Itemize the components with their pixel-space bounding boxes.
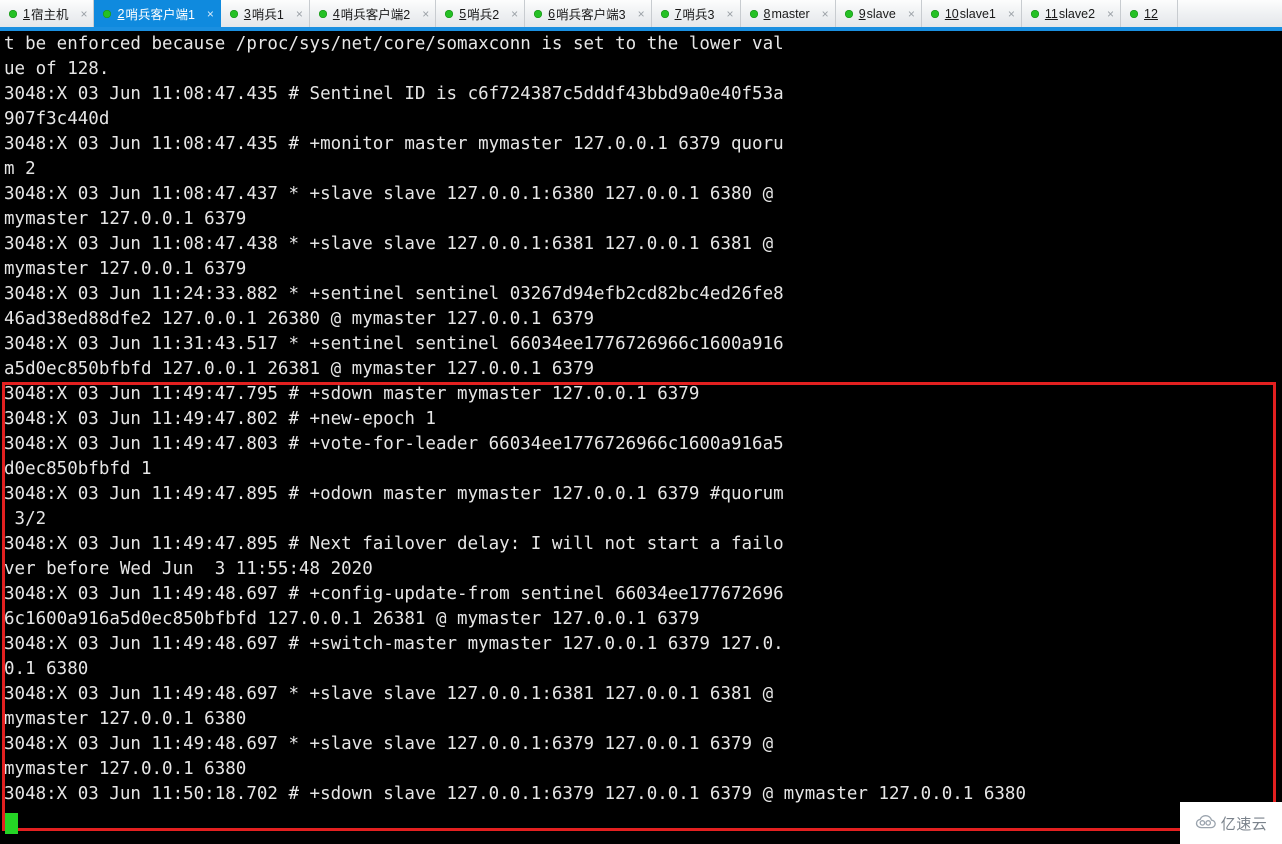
tab-6[interactable]: 6 哨兵客户端3 × <box>525 0 652 27</box>
tab-index: 3 <box>243 6 251 21</box>
terminal-view[interactable]: t be enforced because /proc/sys/net/core… <box>0 31 1282 844</box>
terminal-cursor <box>5 813 18 834</box>
tab-index: 4 <box>332 6 340 21</box>
terminal-line: m 2 <box>4 159 36 179</box>
tab-index: 12 <box>1144 6 1158 21</box>
watermark: 亿速云 <box>1180 802 1282 844</box>
tab-3[interactable]: 3 哨兵1 × <box>221 0 310 27</box>
terminal-line: 3048:X 03 Jun 11:49:47.895 # Next failov… <box>4 534 784 554</box>
terminal-line: 3/2 <box>4 509 47 529</box>
terminal-line: 3048:X 03 Jun 11:49:47.795 # +sdown mast… <box>4 384 700 404</box>
terminal-line: 6c1600a916a5d0ec850bfbfd 127.0.0.1 26381… <box>4 609 700 629</box>
terminal-line: 0.1 6380 <box>4 659 89 679</box>
connection-status-icon <box>1030 9 1039 18</box>
connection-status-icon <box>318 9 327 18</box>
terminal-line: 3048:X 03 Jun 11:49:48.697 * +slave slav… <box>4 734 774 754</box>
tab-12[interactable]: 12 <box>1121 0 1178 27</box>
close-icon[interactable]: × <box>78 8 87 20</box>
connection-status-icon <box>660 9 669 18</box>
tab-5[interactable]: 5 哨兵2 × <box>436 0 526 27</box>
cloud-icon <box>1195 814 1217 832</box>
tab-label: slave1 <box>959 6 996 21</box>
tab-label: 哨兵客户端2 <box>340 8 411 22</box>
connection-status-icon <box>844 9 853 18</box>
tab-1[interactable]: 1 宿主机 × <box>0 0 95 27</box>
close-icon[interactable]: × <box>205 8 214 20</box>
tab-index: 5 <box>459 6 467 21</box>
terminal-line: ver before Wed Jun 3 11:55:48 2020 <box>4 559 373 579</box>
close-icon[interactable]: × <box>725 8 734 20</box>
tab-label: slave <box>866 6 896 21</box>
tab-8[interactable]: 8 master × <box>741 0 836 27</box>
tab-label: slave2 <box>1058 6 1096 21</box>
terminal-line: 3048:X 03 Jun 11:50:18.702 # +sdown slav… <box>4 784 1026 804</box>
tab-label: 哨兵客户端3 <box>556 8 626 22</box>
terminal-line: 46ad38ed88dfe2 127.0.0.1 26380 @ mymaste… <box>4 309 595 329</box>
close-icon[interactable]: × <box>294 8 303 20</box>
tab-label: 哨兵客户端1 <box>125 8 195 22</box>
connection-status-icon <box>103 9 112 18</box>
tab-index: 11 <box>1044 6 1058 21</box>
terminal-line: 3048:X 03 Jun 11:31:43.517 * +sentinel s… <box>4 334 784 354</box>
tab-index: 6 <box>548 6 556 21</box>
terminal-line: 3048:X 03 Jun 11:49:47.802 # +new-epoch … <box>4 409 436 429</box>
connection-status-icon <box>229 9 238 18</box>
tab-10[interactable]: 10 slave1 × <box>922 0 1022 27</box>
close-icon[interactable]: × <box>420 8 429 20</box>
terminal-line: 3048:X 03 Jun 11:49:47.895 # +odown mast… <box>4 484 784 504</box>
terminal-line: 3048:X 03 Jun 11:49:48.697 * +slave slav… <box>4 684 774 704</box>
tab-label: master <box>771 6 810 21</box>
terminal-line: 3048:X 03 Jun 11:49:48.697 # +config-upd… <box>4 584 784 604</box>
terminal-line: 3048:X 03 Jun 11:08:47.437 * +slave slav… <box>4 184 774 204</box>
tab-label: 哨兵1 <box>251 8 284 22</box>
close-icon[interactable]: × <box>1105 8 1114 20</box>
tab-index: 8 <box>763 6 771 21</box>
tab-label: 哨兵2 <box>467 8 500 22</box>
tab-index: 2 <box>117 6 125 21</box>
terminal-line: mymaster 127.0.0.1 6379 <box>4 259 247 279</box>
connection-status-icon <box>749 9 758 18</box>
terminal-line: 3048:X 03 Jun 11:08:47.438 * +slave slav… <box>4 234 774 254</box>
terminal-line: mymaster 127.0.0.1 6380 <box>4 709 247 729</box>
tab-label: 宿主机 <box>30 8 69 22</box>
tab-bar[interactable]: 1 宿主机 × 2 哨兵客户端1 × 3 哨兵1 × 4 哨兵客户端2 × 5 哨兵2 × 6 哨兵客户端3 × 7… <box>0 0 1282 27</box>
connection-status-icon <box>445 9 454 18</box>
close-icon[interactable]: × <box>906 8 915 20</box>
terminal-line: 3048:X 03 Jun 11:49:47.803 # +vote-for-l… <box>4 434 784 454</box>
tab-4[interactable]: 4 哨兵客户端2 × <box>310 0 437 27</box>
close-icon[interactable]: × <box>509 8 518 20</box>
terminal-output: t be enforced because /proc/sys/net/core… <box>4 32 1278 807</box>
terminal-line: d0ec850bfbfd 1 <box>4 459 152 479</box>
terminal-line: 3048:X 03 Jun 11:49:48.697 # +switch-mas… <box>4 634 784 654</box>
close-icon[interactable]: × <box>1006 8 1015 20</box>
terminal-line: mymaster 127.0.0.1 6379 <box>4 209 247 229</box>
tab-9[interactable]: 9 slave × <box>836 0 922 27</box>
terminal-line: 3048:X 03 Jun 11:08:47.435 # +monitor ma… <box>4 134 784 154</box>
terminal-line: a5d0ec850bfbfd 127.0.0.1 26381 @ mymaste… <box>4 359 595 379</box>
close-icon[interactable]: × <box>820 8 829 20</box>
terminal-line: mymaster 127.0.0.1 6380 <box>4 759 247 779</box>
terminal-line: ue of 128. <box>4 59 110 79</box>
tab-index: 10 <box>944 6 959 21</box>
connection-status-icon <box>9 9 17 18</box>
terminal-line: 3048:X 03 Jun 11:08:47.435 # Sentinel ID… <box>4 84 784 104</box>
tab-index: 9 <box>858 6 866 21</box>
terminal-line: t be enforced because /proc/sys/net/core… <box>4 34 784 54</box>
tab-label: 哨兵3 <box>682 8 715 22</box>
tab-11[interactable]: 11 slave2 × <box>1022 0 1122 27</box>
tab-2[interactable]: 2 哨兵客户端1 × <box>94 0 221 27</box>
terminal-line: 3048:X 03 Jun 11:24:33.882 * +sentinel s… <box>4 284 784 304</box>
tab-index: 7 <box>674 6 682 21</box>
close-icon[interactable]: × <box>636 8 645 20</box>
tab-7[interactable]: 7 哨兵3 × <box>652 0 741 27</box>
tab-index: 1 <box>23 6 30 21</box>
connection-status-icon <box>930 9 939 18</box>
watermark-label: 亿速云 <box>1220 814 1268 833</box>
connection-status-icon <box>1130 9 1139 18</box>
connection-status-icon <box>534 9 543 18</box>
terminal-line: 907f3c440d <box>4 109 110 129</box>
